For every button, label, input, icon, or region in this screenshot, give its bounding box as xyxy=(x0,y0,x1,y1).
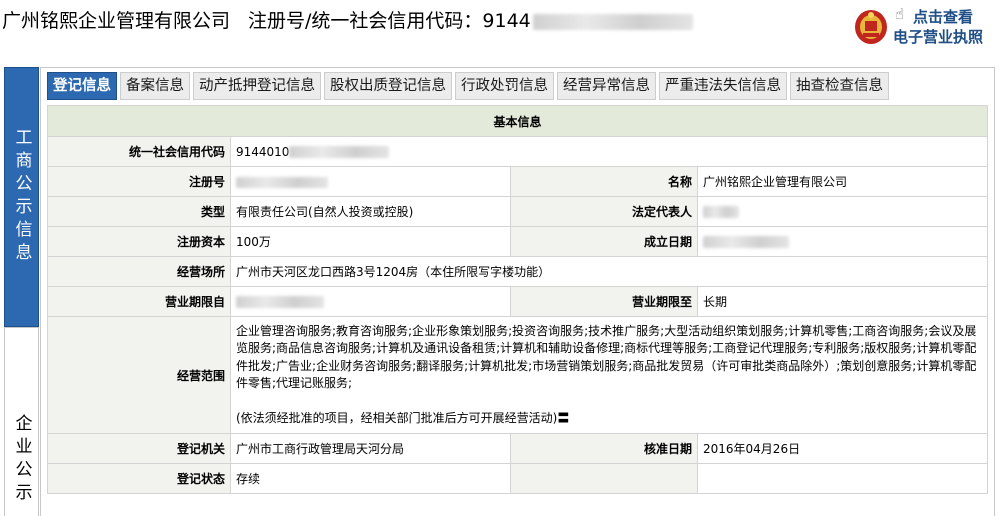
scope-text: 企业管理咨询服务;教育咨询服务;企业形象策划服务;投资咨询服务;技术推广服务;大… xyxy=(236,323,977,391)
name-label: 名称 xyxy=(510,166,698,197)
authority-label: 登记机关 xyxy=(47,433,231,464)
reg-code-prefix: 9144 xyxy=(482,10,531,32)
tab-abnormal-operation[interactable]: 经营异常信息 xyxy=(557,72,656,100)
scope-note: (依法须经批准的项目，经相关部门批准后方可开展经营活动)〓 xyxy=(236,410,570,425)
tab-filing-info[interactable]: 备案信息 xyxy=(120,72,190,100)
license-link-line2: 电子营业执照 xyxy=(893,28,984,46)
side-tab-business-info[interactable]: 工商公示信息 xyxy=(4,67,39,327)
capital-value: 100万 xyxy=(230,226,511,257)
tab-chattel-mortgage[interactable]: 动产抵押登记信息 xyxy=(193,72,321,100)
section-title: 基本信息 xyxy=(46,105,989,137)
basic-info-table: 基本信息 统一社会信用代码 9144010 注册号 名称 广州铭熙企业管理有限公… xyxy=(46,105,989,494)
reg-no-redacted xyxy=(236,176,328,188)
side-tab-business-info-label: 工商公示信息 xyxy=(11,128,32,266)
address-label: 经营场所 xyxy=(47,256,231,287)
side-tab-enterprise-info[interactable]: 企业公示 xyxy=(4,327,39,516)
name-value: 广州铭熙企业管理有限公司 xyxy=(696,166,989,197)
legal-rep-label: 法定代表人 xyxy=(510,196,698,227)
term-from-label: 营业期限自 xyxy=(47,286,231,317)
status-value: 存续 xyxy=(230,463,511,494)
tab-serious-violation[interactable]: 严重违法失信信息 xyxy=(659,72,787,100)
credit-code-redacted xyxy=(289,146,390,158)
table-row: 类型 有限责任公司(自然人投资或控股) 法定代表人 xyxy=(47,196,989,227)
approval-date-value: 2016年04月26日 xyxy=(696,433,989,464)
tab-administrative-penalty[interactable]: 行政处罚信息 xyxy=(455,72,554,100)
pointer-hand-icon: ☝ xyxy=(895,5,905,23)
license-link-line1: 点击查看 xyxy=(913,8,974,26)
empty-label-cell xyxy=(510,463,698,494)
scope-label: 经营范围 xyxy=(47,316,231,434)
tab-registration-info[interactable]: 登记信息 xyxy=(47,72,117,100)
table-row: 注册号 名称 广州铭熙企业管理有限公司 xyxy=(47,166,989,197)
table-row: 登记状态 存续 xyxy=(47,463,989,494)
reg-no-label: 注册号 xyxy=(47,166,231,197)
term-to-value: 长期 xyxy=(696,286,989,317)
tab-spot-check[interactable]: 抽查检查信息 xyxy=(790,72,889,100)
credit-code-label: 统一社会信用代码 xyxy=(47,136,231,167)
type-value: 有限责任公司(自然人投资或控股) xyxy=(230,196,511,227)
credit-code-value: 9144010 xyxy=(229,136,989,167)
reg-code-redacted xyxy=(532,13,693,30)
table-row: 统一社会信用代码 9144010 xyxy=(47,136,989,167)
company-name: 广州铭熙企业管理有限公司 xyxy=(2,10,231,32)
reg-code-label: 注册号/统一社会信用代码： xyxy=(248,10,483,32)
address-value: 广州市天河区龙口西路3号1204房（本住所限写字楼功能） xyxy=(229,256,989,287)
approval-date-label: 核准日期 xyxy=(510,433,698,464)
term-from-redacted xyxy=(236,296,324,308)
est-date-label: 成立日期 xyxy=(510,226,698,257)
authority-value: 广州市工商行政管理局天河分局 xyxy=(230,433,511,464)
electronic-license-link[interactable]: ☝ 点击查看 电子营业执照 xyxy=(853,4,1001,48)
est-date-redacted xyxy=(703,236,789,248)
table-row: 注册资本 100万 成立日期 xyxy=(47,226,989,257)
table-row: 经营场所 广州市天河区龙口西路3号1204房（本住所限写字楼功能） xyxy=(47,256,989,287)
scope-value: 企业管理咨询服务;教育咨询服务;企业形象策划服务;投资咨询服务;技术推广服务;大… xyxy=(229,316,989,434)
capital-label: 注册资本 xyxy=(47,226,231,257)
legal-rep-value xyxy=(696,196,989,227)
status-label: 登记状态 xyxy=(47,463,231,494)
company-title: 广州铭熙企业管理有限公司 注册号/统一社会信用代码：9144 xyxy=(2,8,693,34)
table-row: 营业期限自 营业期限至 长期 xyxy=(47,286,989,317)
term-to-label: 营业期限至 xyxy=(510,286,698,317)
credit-code-prefix: 9144010 xyxy=(236,144,290,159)
term-from-value xyxy=(230,286,511,317)
type-label: 类型 xyxy=(47,196,231,227)
est-date-value xyxy=(696,226,989,257)
empty-value-cell xyxy=(696,463,989,494)
tab-equity-pledge[interactable]: 股权出质登记信息 xyxy=(324,72,452,100)
table-row: 登记机关 广州市工商行政管理局天河分局 核准日期 2016年04月26日 xyxy=(47,433,989,464)
legal-rep-redacted xyxy=(703,206,739,218)
national-emblem-icon xyxy=(855,10,887,44)
page-header: 广州铭熙企业管理有限公司 注册号/统一社会信用代码：9144 ☝ 点击查看 电子营… xyxy=(0,0,1003,58)
reg-no-value xyxy=(230,166,511,197)
tab-bar: 登记信息 备案信息 动产抵押登记信息 股权出质登记信息 行政处罚信息 经营异常信… xyxy=(47,72,889,100)
side-tab-enterprise-info-label: 企业公示 xyxy=(11,414,32,506)
info-panel: 登记信息 备案信息 动产抵押登记信息 股权出质登记信息 行政处罚信息 经营异常信… xyxy=(40,67,995,516)
table-row: 经营范围 企业管理咨询服务;教育咨询服务;企业形象策划服务;投资咨询服务;技术推… xyxy=(47,316,989,434)
